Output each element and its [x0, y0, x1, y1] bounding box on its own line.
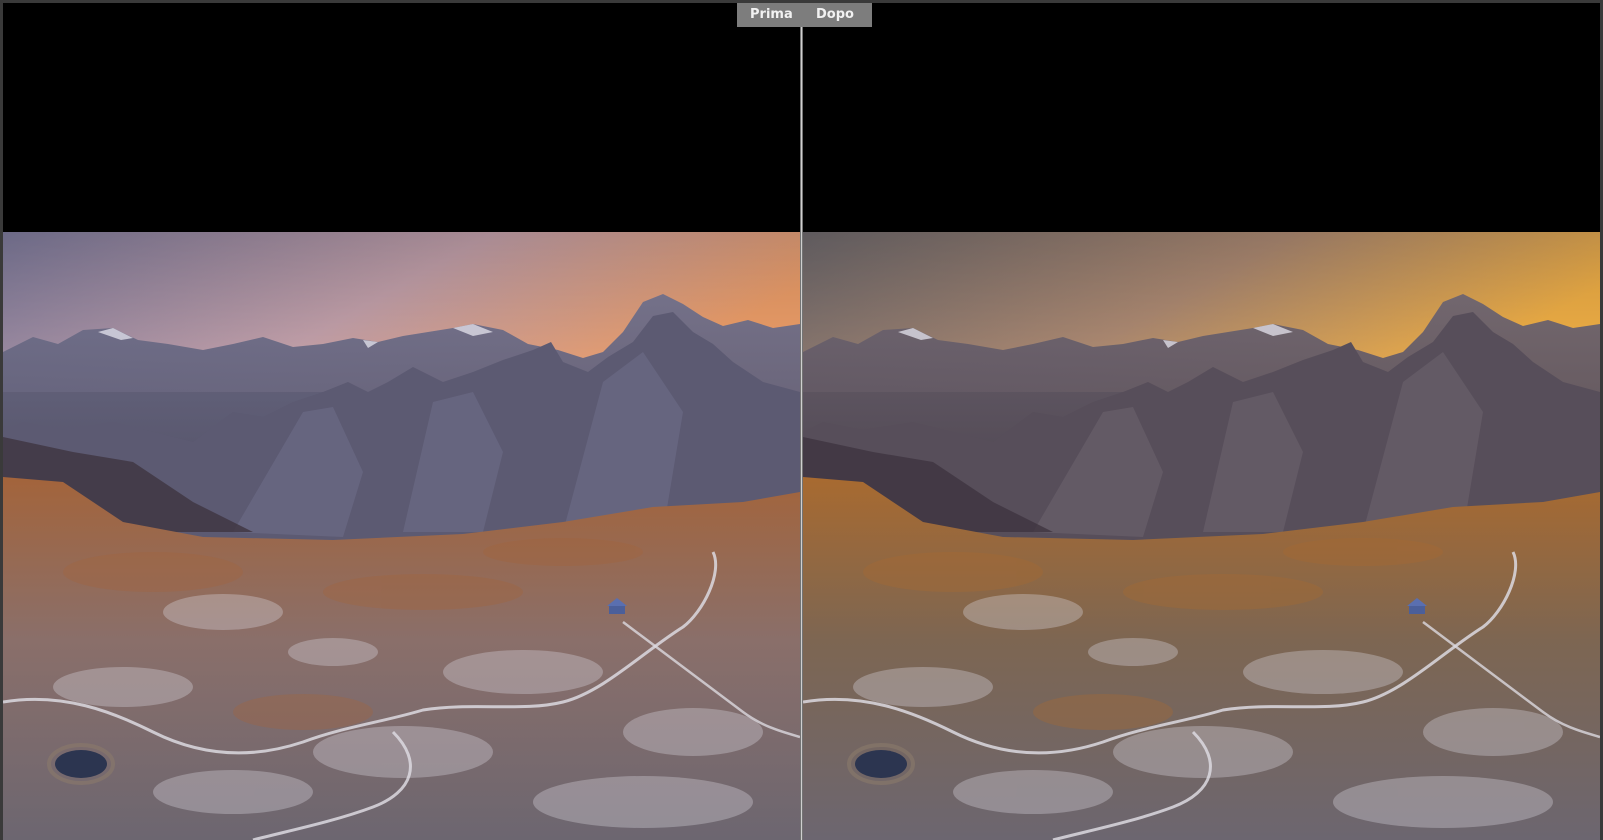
after-pane — [803, 3, 1600, 840]
before-photo — [3, 232, 800, 840]
before-pane — [3, 3, 800, 840]
after-label-tab[interactable]: Dopo — [803, 3, 872, 27]
compare-view: Prima Dopo — [3, 3, 1600, 840]
landscape-image — [803, 232, 1600, 840]
after-photo — [803, 232, 1600, 840]
before-label-tab[interactable]: Prima — [737, 3, 806, 27]
landscape-image — [3, 232, 800, 840]
